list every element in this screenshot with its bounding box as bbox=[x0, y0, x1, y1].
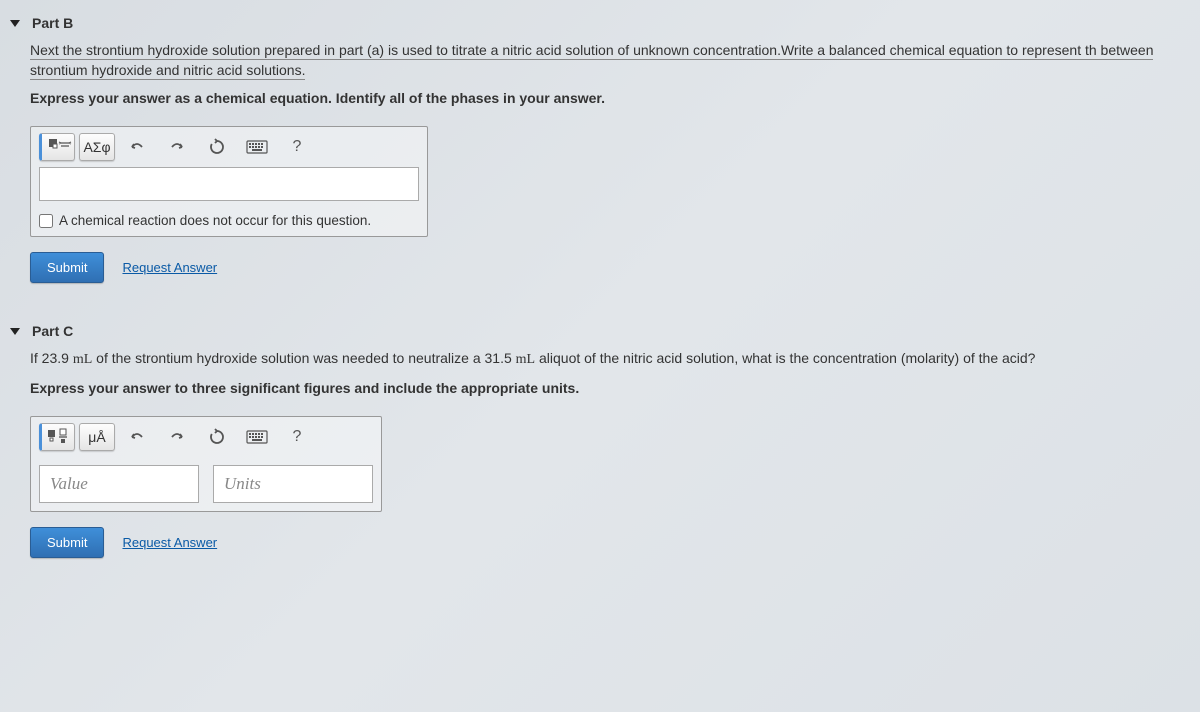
part-c-request-answer-link[interactable]: Request Answer bbox=[122, 535, 217, 550]
part-c-title: Part C bbox=[32, 323, 73, 339]
greek-symbols-label: ΑΣφ bbox=[83, 139, 110, 155]
help-label: ? bbox=[293, 428, 302, 446]
part-c-instruction: Express your answer to three significant… bbox=[30, 380, 1170, 396]
redo-button[interactable] bbox=[159, 423, 195, 451]
chevron-down-icon bbox=[10, 20, 20, 27]
value-units-row bbox=[31, 457, 381, 511]
units-symbols-button[interactable]: μÅ bbox=[79, 423, 115, 451]
help-label: ? bbox=[293, 138, 302, 156]
part-b-section: Part B Next the strontium hydroxide solu… bbox=[0, 0, 1200, 308]
reset-button[interactable] bbox=[199, 133, 235, 161]
part-b-submit-row: Submit Request Answer bbox=[30, 252, 1170, 283]
reset-button[interactable] bbox=[199, 423, 235, 451]
redo-icon bbox=[168, 139, 186, 155]
chemistry-templates-button[interactable] bbox=[39, 133, 75, 161]
part-c-section: Part C If 23.9 mL of the strontium hydro… bbox=[0, 308, 1200, 583]
part-b-request-answer-link[interactable]: Request Answer bbox=[122, 260, 217, 275]
redo-icon bbox=[168, 429, 186, 445]
undo-button[interactable] bbox=[119, 423, 155, 451]
value-input[interactable] bbox=[39, 465, 199, 503]
fraction-templates-button[interactable] bbox=[39, 423, 75, 451]
part-b-title: Part B bbox=[32, 15, 73, 31]
keyboard-button[interactable] bbox=[239, 423, 275, 451]
no-reaction-checkbox[interactable] bbox=[39, 214, 53, 228]
no-reaction-label: A chemical reaction does not occur for t… bbox=[59, 213, 371, 228]
undo-button[interactable] bbox=[119, 133, 155, 161]
keyboard-icon bbox=[246, 430, 268, 444]
part-c-content: If 23.9 mL of the strontium hydroxide so… bbox=[0, 349, 1200, 558]
reset-icon bbox=[208, 428, 226, 446]
redo-button[interactable] bbox=[159, 133, 195, 161]
part-c-toolbar: μÅ bbox=[31, 417, 381, 457]
symbols-button[interactable]: ΑΣφ bbox=[79, 133, 115, 161]
part-c-submit-row: Submit Request Answer bbox=[30, 527, 1170, 558]
help-button[interactable]: ? bbox=[279, 423, 315, 451]
part-c-answer-box: μÅ bbox=[30, 416, 382, 512]
part-c-submit-button[interactable]: Submit bbox=[30, 527, 104, 558]
keyboard-button[interactable] bbox=[239, 133, 275, 161]
no-reaction-option: A chemical reaction does not occur for t… bbox=[31, 209, 427, 236]
part-b-submit-button[interactable]: Submit bbox=[30, 252, 104, 283]
keyboard-icon bbox=[246, 140, 268, 154]
help-button[interactable]: ? bbox=[279, 133, 315, 161]
equation-input-row bbox=[31, 167, 427, 209]
part-b-question: Next the strontium hydroxide solution pr… bbox=[30, 41, 1170, 80]
units-input[interactable] bbox=[213, 465, 373, 503]
part-c-header[interactable]: Part C bbox=[0, 318, 1200, 349]
part-b-instruction: Express your answer as a chemical equati… bbox=[30, 90, 1170, 106]
part-b-answer-box: ΑΣφ bbox=[30, 126, 428, 237]
part-b-header[interactable]: Part B bbox=[0, 10, 1200, 41]
undo-icon bbox=[128, 139, 146, 155]
part-b-content: Next the strontium hydroxide solution pr… bbox=[0, 41, 1200, 283]
units-symbols-label: μÅ bbox=[88, 429, 105, 445]
chemical-equation-input[interactable] bbox=[39, 167, 419, 201]
part-b-toolbar: ΑΣφ bbox=[31, 127, 427, 167]
undo-icon bbox=[128, 429, 146, 445]
chevron-down-icon bbox=[10, 328, 20, 335]
part-c-question: If 23.9 mL of the strontium hydroxide so… bbox=[30, 349, 1170, 370]
fraction-icon bbox=[46, 427, 70, 447]
templates-icon bbox=[47, 137, 69, 157]
reset-icon bbox=[208, 138, 226, 156]
